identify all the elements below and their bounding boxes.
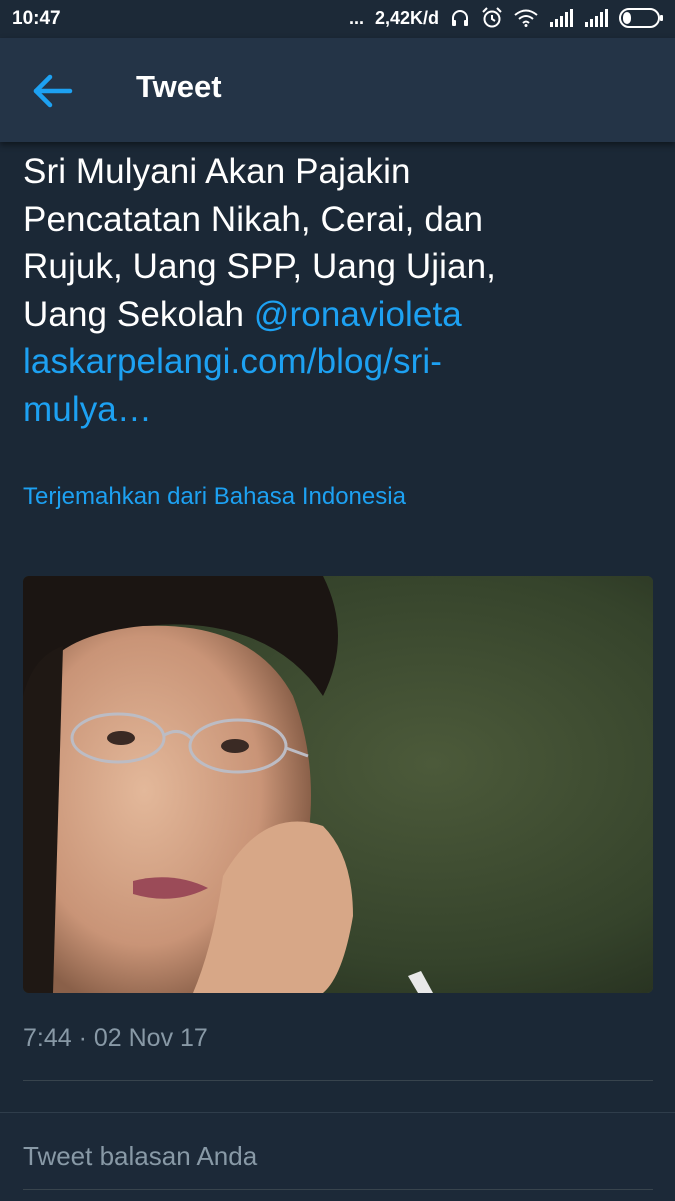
signal-icon [584,9,608,27]
battery-icon [619,7,665,29]
status-bar: 10:47 ... 2,42K/d [0,0,675,38]
tweet-text-line: Uang Sekolah @ronavioleta [23,291,643,339]
url-link[interactable]: laskarpelangi.com/blog/sri- mulya… [23,338,643,433]
url-link-line: laskarpelangi.com/blog/sri- [23,342,442,381]
arrow-left-icon [33,74,73,108]
tweet-text-line: Pencatatan Nikah, Cerai, dan [23,199,484,239]
reply-input[interactable]: Tweet balasan Anda [23,1141,257,1172]
page-title: Tweet [136,69,222,104]
tweet-text-line: Rujuk, Uang SPP, Uang Ujian, [23,247,496,286]
wifi-icon [514,9,538,27]
tweet-text-segment: Uang Sekolah [23,294,254,334]
alarm-icon [481,7,503,29]
status-dots: ... [348,7,364,28]
status-time: 10:47 [12,8,61,29]
tweet-text-line: Sri Mulyani Akan Pajakin [23,152,411,191]
photo-illustration [23,576,653,993]
signal-icon [549,9,573,27]
tweet-media-image[interactable] [23,576,653,993]
mention-link[interactable]: @ronavioleta [254,295,462,334]
translate-link[interactable]: Terjemahkan dari Bahasa Indonesia [23,483,406,511]
reply-input-underline [23,1189,653,1190]
headphones-icon [450,8,470,28]
url-link-line: mulya… [23,389,152,429]
app-header: Tweet [0,38,675,142]
divider [23,1080,653,1081]
network-speed: 2,42K/d [374,7,439,28]
tweet-text: Sri Mulyani Akan Pajakin Pencatatan Nika… [23,148,643,433]
tweet-timestamp: 7:44 · 02 Nov 17 [23,1024,208,1052]
back-button[interactable] [30,72,76,110]
reply-bar: Tweet balasan Anda [0,1112,675,1201]
status-icons: ... 2,42K/d [349,7,665,29]
